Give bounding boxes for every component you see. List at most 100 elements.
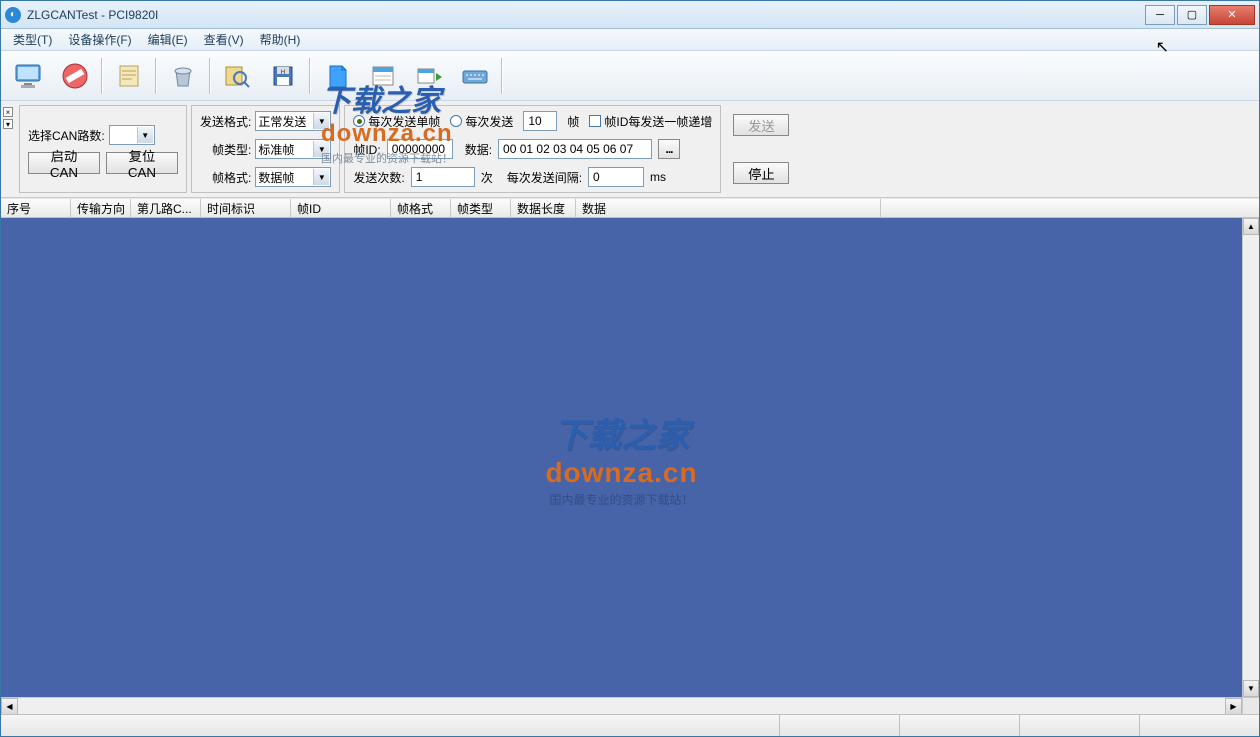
- menu-type[interactable]: 类型(T): [5, 28, 60, 51]
- radio-dot-icon: [450, 115, 462, 127]
- titlebar: ◐ ZLGCANTest - PCI9820I ─ ▢ ✕: [1, 1, 1259, 29]
- dropdown-arrow-icon: ▼: [313, 113, 329, 129]
- send-count-label: 发送次数:: [353, 169, 404, 186]
- can-select-label: 选择CAN路数:: [28, 127, 105, 144]
- watermark-overlay: 下载之家 downza.cn 国内最专业的资源下载站！: [545, 408, 697, 508]
- scroll-track[interactable]: [18, 698, 1225, 714]
- status-cell-4: [1139, 715, 1259, 736]
- menubar: 类型(T) 设备操作(F) 编辑(E) 查看(V) 帮助(H): [1, 29, 1259, 51]
- radio-dot-icon: [353, 115, 365, 127]
- can-select-group: 选择CAN路数: ▼ 启动CAN 复位CAN: [19, 105, 187, 193]
- interval-value: 0: [593, 170, 600, 184]
- start-can-button[interactable]: 启动CAN: [28, 152, 100, 174]
- col-spacer: [881, 199, 1259, 217]
- format-group: 发送格式: 正常发送 ▼ 帧类型: 标准帧 ▼ 帧格式: 数据帧 ▼: [191, 105, 340, 193]
- toolbar-separator: [101, 58, 103, 94]
- stop-button[interactable]: 停止: [733, 162, 789, 184]
- scroll-up-icon[interactable]: ▲: [1243, 218, 1259, 235]
- frame-id-input[interactable]: 00000000: [387, 139, 453, 159]
- data-more-button[interactable]: ...: [658, 139, 680, 159]
- frame-type-value: 标准帧: [258, 141, 294, 158]
- interval-label: 每次发送间隔:: [507, 169, 582, 186]
- col-direction[interactable]: 传输方向: [71, 199, 131, 217]
- tool-notepad-icon[interactable]: [107, 56, 151, 96]
- tool-keyboard-icon[interactable]: [453, 56, 497, 96]
- window-title: ZLGCANTest - PCI9820I: [27, 8, 1145, 22]
- horizontal-scrollbar[interactable]: ◀ ▶: [1, 698, 1242, 714]
- tool-newfile-icon[interactable]: [315, 56, 359, 96]
- col-index[interactable]: 序号: [1, 199, 71, 217]
- close-button[interactable]: ✕: [1209, 5, 1255, 25]
- send-format-dropdown[interactable]: 正常发送 ▼: [255, 111, 331, 131]
- frame-format-label: 帧格式:: [212, 169, 251, 186]
- radio-multi-suffix: 帧: [567, 113, 579, 130]
- send-format-value: 正常发送: [258, 113, 306, 130]
- tool-stop-icon[interactable]: [53, 56, 97, 96]
- check-id-increment[interactable]: 帧ID每发送一帧递增: [589, 113, 712, 130]
- tool-trash-icon[interactable]: [161, 56, 205, 96]
- tool-form-icon[interactable]: [361, 56, 405, 96]
- maximize-button[interactable]: ▢: [1177, 5, 1207, 25]
- checkbox-icon: [589, 115, 601, 127]
- toolbar-separator: [155, 58, 157, 94]
- dropdown-arrow-icon: ▼: [313, 169, 329, 185]
- tool-run-icon[interactable]: [407, 56, 451, 96]
- menu-view[interactable]: 查看(V): [196, 28, 252, 51]
- frame-format-dropdown[interactable]: 数据帧 ▼: [255, 167, 331, 187]
- menu-device[interactable]: 设备操作(F): [60, 28, 139, 51]
- menu-help[interactable]: 帮助(H): [252, 28, 309, 51]
- frame-type-label: 帧类型:: [212, 141, 251, 158]
- scroll-track[interactable]: [1243, 235, 1259, 680]
- frame-type-dropdown[interactable]: 标准帧 ▼: [255, 139, 331, 159]
- scroll-left-icon[interactable]: ◀: [1, 698, 18, 715]
- vertical-scrollbar[interactable]: ▲ ▼: [1242, 218, 1259, 697]
- radio-send-single[interactable]: 每次发送单帧: [353, 113, 440, 130]
- send-multi-count-value: 10: [528, 114, 541, 128]
- data-label: 数据:: [465, 141, 492, 158]
- col-data-len[interactable]: 数据长度: [511, 199, 576, 217]
- watermark-sub: 国内最专业的资源下载站！: [545, 491, 697, 508]
- check-increment-label: 帧ID每发送一帧递增: [604, 113, 712, 130]
- table-body: 下载之家 downza.cn 国内最专业的资源下载站！: [1, 218, 1242, 697]
- watermark-en: downza.cn: [545, 457, 697, 489]
- dropdown-arrow-icon: ▼: [313, 141, 329, 157]
- scroll-down-icon[interactable]: ▼: [1243, 680, 1259, 697]
- scrollbar-corner: [1242, 698, 1259, 714]
- col-frame-id[interactable]: 帧ID: [291, 199, 391, 217]
- col-frame-format[interactable]: 帧格式: [391, 199, 451, 217]
- tool-search-icon[interactable]: [215, 56, 259, 96]
- radio-send-multi[interactable]: 每次发送: [450, 113, 513, 130]
- send-button[interactable]: 发送: [733, 114, 789, 136]
- can-select-dropdown[interactable]: ▼: [109, 125, 155, 145]
- horizontal-scrollbar-row: ◀ ▶: [1, 697, 1259, 714]
- data-input[interactable]: 00 01 02 03 04 05 06 07: [498, 139, 652, 159]
- col-channel[interactable]: 第几路C...: [131, 199, 201, 217]
- tool-monitor-icon[interactable]: [7, 56, 51, 96]
- toolbar-separator: [209, 58, 211, 94]
- col-timestamp[interactable]: 时间标识: [201, 199, 291, 217]
- minimize-button[interactable]: ─: [1145, 5, 1175, 25]
- menu-edit[interactable]: 编辑(E): [140, 28, 196, 51]
- panel-expand-handle[interactable]: ▾: [3, 119, 13, 129]
- panel-close-handle[interactable]: ×: [3, 107, 13, 117]
- frame-format-value: 数据帧: [258, 169, 294, 186]
- config-panel: × ▾ 选择CAN路数: ▼ 启动CAN 复位CAN 发送格式: 正常发送: [1, 101, 1259, 198]
- send-count-input[interactable]: 1: [411, 167, 475, 187]
- dropdown-arrow-icon: ▼: [137, 127, 153, 143]
- data-value: 00 01 02 03 04 05 06 07: [503, 142, 633, 156]
- table-header: 序号 传输方向 第几路C... 时间标识 帧ID 帧格式 帧类型 数据长度 数据: [1, 198, 1259, 218]
- status-cell-2: [899, 715, 1019, 736]
- scroll-right-icon[interactable]: ▶: [1225, 698, 1242, 715]
- toolbar: H 下载之家 downza.cn 国内最专业的资源下载站！: [1, 51, 1259, 101]
- toolbar-separator: [309, 58, 311, 94]
- status-main: [1, 715, 779, 736]
- frame-id-label: 帧ID:: [353, 141, 380, 158]
- tool-save-icon[interactable]: H: [261, 56, 305, 96]
- interval-unit: ms: [650, 170, 666, 184]
- reset-can-button[interactable]: 复位CAN: [106, 152, 178, 174]
- send-multi-count-input[interactable]: 10: [523, 111, 557, 131]
- col-data[interactable]: 数据: [576, 199, 881, 217]
- interval-input[interactable]: 0: [588, 167, 644, 187]
- svg-text:H: H: [281, 70, 285, 76]
- col-frame-type[interactable]: 帧类型: [451, 199, 511, 217]
